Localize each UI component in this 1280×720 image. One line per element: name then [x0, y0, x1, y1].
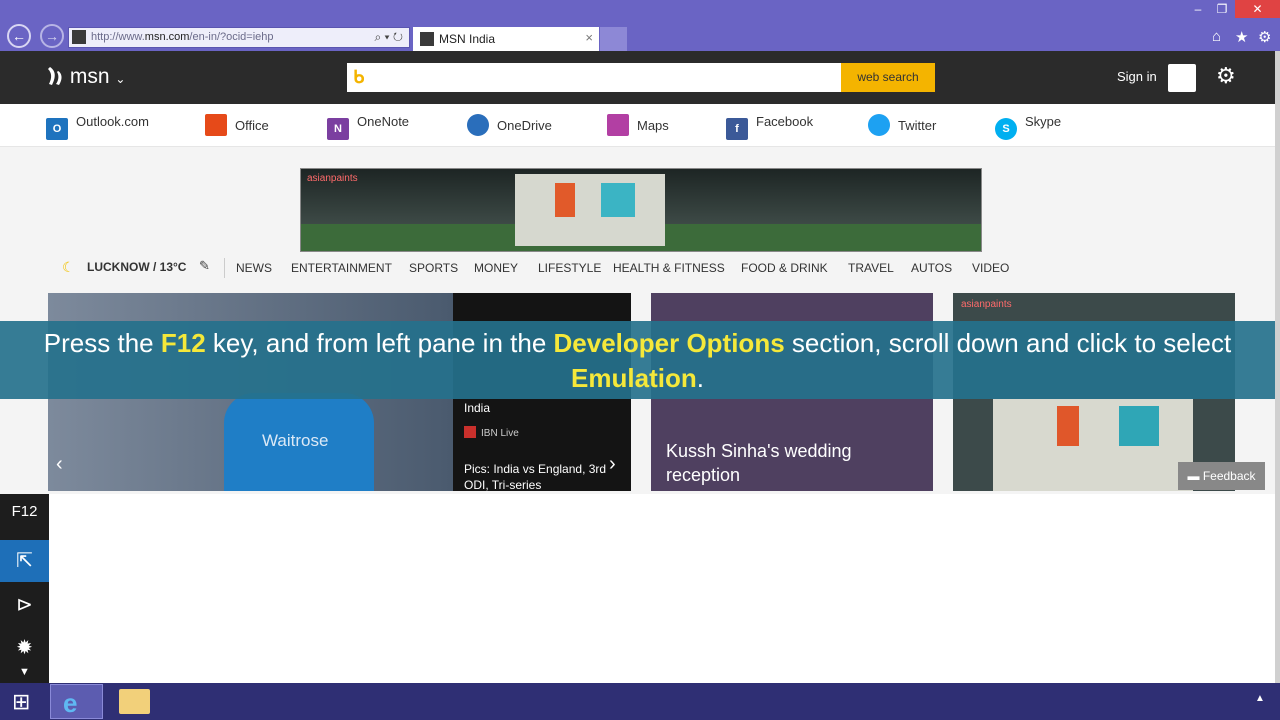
- ad-house-image: [515, 174, 665, 246]
- taskbar-ie-button[interactable]: e: [50, 684, 103, 719]
- carousel-prev-icon[interactable]: ‹: [56, 453, 63, 476]
- msn-butterfly-icon: [48, 67, 62, 85]
- browser-chrome: ← → http://www.msn.com/en-in/?ocid=iehp …: [0, 0, 1280, 51]
- shirt-sponsor-text: Waitrose: [262, 431, 329, 450]
- back-button[interactable]: ←: [7, 24, 31, 48]
- tab-msn-india[interactable]: MSN India ×: [413, 27, 599, 51]
- settings-gear-icon[interactable]: ⚙: [1258, 28, 1271, 46]
- nav-lifestyle[interactable]: LIFESTYLE: [538, 261, 601, 275]
- ie-icon: e: [63, 688, 78, 718]
- feedback-button[interactable]: ▬ Feedback: [1178, 462, 1265, 490]
- forward-button[interactable]: →: [40, 24, 64, 48]
- tab-favicon-icon: [420, 32, 434, 46]
- chevron-down-icon: ⌄: [115, 72, 126, 86]
- facebook-icon: f: [726, 118, 748, 140]
- headline-source: IBN Live: [481, 428, 519, 439]
- tutorial-caption: Press the F12 key, and from left pane in…: [0, 321, 1275, 399]
- app-onenote[interactable]: N OneNote: [327, 114, 409, 140]
- new-tab-button[interactable]: [600, 27, 627, 51]
- outlook-icon: O: [46, 118, 68, 140]
- nav-autos[interactable]: AUTOS: [911, 261, 952, 275]
- devtools-sidebar: F12 ⇱ ⊳ ✹ ▼: [0, 494, 49, 683]
- windows-start-icon[interactable]: ⊞: [12, 691, 36, 713]
- tray-expand-icon[interactable]: ▲: [1255, 693, 1265, 704]
- divider: [224, 258, 225, 278]
- home-icon[interactable]: ⌂: [1212, 28, 1221, 45]
- nav-money[interactable]: MONEY: [474, 261, 518, 275]
- nav-video[interactable]: VIDEO: [972, 261, 1009, 275]
- favorites-star-icon[interactable]: ★: [1235, 28, 1248, 46]
- maximize-button[interactable]: ❐: [1210, 0, 1234, 18]
- close-window-button[interactable]: ✕: [1235, 0, 1280, 18]
- devtools-label: F12: [11, 503, 38, 520]
- app-outlook[interactable]: O Outlook.com: [46, 114, 149, 140]
- office-icon: [205, 114, 227, 136]
- bing-icon: ᑲ: [353, 67, 365, 87]
- twitter-icon: [868, 114, 890, 136]
- moon-weather-icon: ☾: [62, 259, 75, 275]
- app-facebook[interactable]: f Facebook: [726, 114, 813, 140]
- console-icon[interactable]: ⊳: [0, 584, 49, 626]
- file-explorer-icon[interactable]: [119, 689, 150, 714]
- nav-entertainment[interactable]: ENTERTAINMENT: [291, 261, 392, 275]
- skype-icon: S: [995, 118, 1017, 140]
- ad-card-brand: asianpaints: [961, 299, 1012, 310]
- minimize-button[interactable]: –: [1186, 0, 1210, 18]
- web-search-button[interactable]: web search: [841, 63, 935, 92]
- app-shortcuts-bar: O Outlook.com Office N OneNote OneDrive Ma…: [0, 104, 1275, 147]
- ad-banner[interactable]: asianpaints: [300, 168, 982, 252]
- sign-in-link[interactable]: Sign in: [1117, 69, 1157, 84]
- msn-logo[interactable]: msn ⌄: [46, 65, 125, 89]
- address-tools-icon[interactable]: ⌕ ▾ ↻: [374, 30, 403, 45]
- search-input[interactable]: ᑲ: [347, 63, 841, 92]
- feedback-icon: ▬: [1187, 469, 1203, 483]
- msn-settings-icon[interactable]: ⚙: [1216, 63, 1236, 89]
- address-bar[interactable]: http://www.msn.com/en-in/?ocid=iehp ⌕ ▾ …: [68, 27, 410, 48]
- ibn-logo-icon: [464, 426, 476, 438]
- ad-brand-logo: asianpaints: [307, 173, 358, 184]
- carousel-next-icon[interactable]: ›: [609, 453, 616, 476]
- card-title: Kussh Sinha's wedding reception: [666, 441, 852, 485]
- msn-logo-text: msn: [69, 65, 110, 88]
- headline-india[interactable]: India: [464, 401, 490, 415]
- app-twitter[interactable]: Twitter: [868, 114, 936, 136]
- nav-news[interactable]: NEWS: [236, 261, 272, 275]
- msn-header: msn ⌄ ᑲ web search Sign in ⚙: [0, 51, 1275, 104]
- app-office[interactable]: Office: [205, 114, 269, 136]
- app-maps[interactable]: Maps: [607, 114, 669, 136]
- url-domain: msn.com: [144, 31, 190, 43]
- scrollbar[interactable]: [1275, 51, 1280, 683]
- url-prefix: http://www.: [91, 31, 145, 43]
- nav-travel[interactable]: TRAVEL: [848, 261, 894, 275]
- tab-title: MSN India: [439, 32, 496, 46]
- maps-icon: [607, 114, 629, 136]
- weather-location[interactable]: LUCKNOW / 13°C: [87, 260, 186, 274]
- avatar[interactable]: [1168, 64, 1196, 92]
- app-onedrive[interactable]: OneDrive: [467, 114, 552, 136]
- dom-explorer-icon[interactable]: ⇱: [0, 540, 49, 582]
- headline-odi[interactable]: Pics: India vs England, 3rd ODI, Tri-ser…: [464, 461, 614, 491]
- onenote-icon: N: [327, 118, 349, 140]
- chevron-down-icon[interactable]: ▼: [0, 662, 49, 682]
- onedrive-icon: [467, 114, 489, 136]
- tab-close-icon[interactable]: ×: [585, 30, 593, 45]
- app-skype[interactable]: S Skype: [995, 114, 1061, 140]
- nav-sports[interactable]: SPORTS: [409, 261, 458, 275]
- nav-food-drink[interactable]: FOOD & DRINK: [741, 261, 828, 275]
- nav-health-fitness[interactable]: HEALTH & FITNESS: [613, 261, 725, 275]
- edit-pencil-icon[interactable]: ✎: [199, 258, 210, 274]
- url-path: /en-in/?ocid=iehp: [189, 31, 274, 43]
- devtools-panel: [49, 494, 1275, 683]
- taskbar: ⊞ e ▲: [0, 683, 1280, 720]
- site-favicon-icon: [72, 30, 86, 44]
